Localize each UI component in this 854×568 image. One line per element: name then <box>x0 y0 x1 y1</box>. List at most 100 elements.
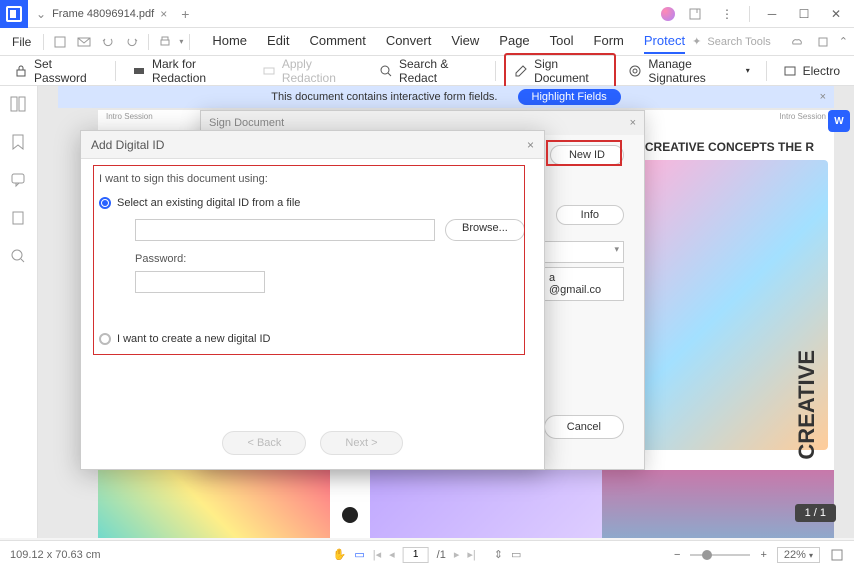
sign-dialog-close-icon[interactable]: × <box>630 117 636 129</box>
digid-title: Add Digital ID <box>91 138 164 152</box>
password-label: Password: <box>135 253 526 265</box>
banner-close-icon[interactable]: × <box>820 91 826 103</box>
cloud-upload-icon[interactable] <box>787 32 807 52</box>
radio-create-row[interactable]: I want to create a new digital ID <box>99 333 526 345</box>
redo-icon[interactable] <box>122 32 142 52</box>
print-icon[interactable] <box>155 32 175 52</box>
radio-existing[interactable] <box>99 197 111 209</box>
radio-existing-row[interactable]: Select an existing digital ID from a fil… <box>99 197 526 209</box>
bookmark-icon[interactable] <box>10 134 28 152</box>
radio-existing-label: Select an existing digital ID from a fil… <box>117 197 300 209</box>
tab-close-icon[interactable]: × <box>160 7 167 21</box>
app-logo <box>0 0 28 28</box>
search-redact-button[interactable]: Search & Redact <box>371 53 487 89</box>
mark-redaction-label: Mark for Redaction <box>152 57 242 85</box>
manage-signatures-label: Manage Signatures <box>648 57 739 85</box>
set-password-label: Set Password <box>34 57 99 85</box>
new-id-highlight <box>546 140 622 166</box>
document-tab[interactable]: ⌄ Frame 48096914.pdf × <box>28 0 175 27</box>
email-line2: @gmail.co <box>549 284 619 296</box>
form-fields-banner: This document contains interactive form … <box>58 86 834 108</box>
highlight-fields-button[interactable]: Highlight Fields <box>518 89 621 105</box>
wand-icon[interactable]: ✦ <box>692 35 701 48</box>
apply-redaction-icon <box>262 64 276 78</box>
tab-tool[interactable]: Tool <box>550 29 574 54</box>
tab-protect[interactable]: Protect <box>644 29 685 54</box>
file-menu[interactable]: File <box>6 35 37 49</box>
tab-view[interactable]: View <box>451 29 479 54</box>
page-total: /1 <box>437 549 446 561</box>
radio-create-label: I want to create a new digital ID <box>117 333 270 345</box>
minimize-button[interactable]: ─ <box>760 2 784 26</box>
back-button: < Back <box>222 431 306 455</box>
digid-close-icon[interactable]: × <box>527 138 534 152</box>
zoom-out-icon[interactable]: − <box>674 549 680 561</box>
search-redact-icon <box>379 64 393 78</box>
manage-signatures-button[interactable]: Manage Signatures ▾ <box>620 53 757 89</box>
sign-document-button[interactable]: Sign Document <box>504 53 616 89</box>
set-password-button[interactable]: Set Password <box>6 53 107 89</box>
menubar: File ▾ Home Edit Comment Convert View Pa… <box>0 28 854 56</box>
tab-edit[interactable]: Edit <box>267 29 289 54</box>
hand-tool-icon[interactable]: ✋ <box>333 548 347 561</box>
more-icon[interactable]: ⋮ <box>715 2 739 26</box>
comment-icon[interactable] <box>10 172 28 190</box>
export-icon[interactable] <box>813 32 833 52</box>
thumbnails-icon[interactable] <box>10 96 28 114</box>
fit-page-icon[interactable] <box>830 548 844 562</box>
file-path-input[interactable] <box>135 219 435 241</box>
page-input[interactable] <box>403 547 429 563</box>
collapse-ribbon-icon[interactable]: ⌃ <box>839 35 848 48</box>
mail-icon[interactable] <box>74 32 94 52</box>
statusbar: 109.12 x 70.63 cm ✋ ▭ |◂ ◂ /1 ▸ ▸| ⇕ ▭ −… <box>0 540 854 568</box>
tab-page[interactable]: Page <box>499 29 529 54</box>
next-button: Next > <box>320 431 402 455</box>
search-icon[interactable] <box>10 248 28 266</box>
tab-form[interactable]: Form <box>594 29 624 54</box>
scroll-mode-icon[interactable]: ⇕ <box>494 548 503 561</box>
undo-icon[interactable] <box>98 32 118 52</box>
cancel-button[interactable]: Cancel <box>544 415 624 439</box>
prev-page-icon[interactable]: ◂ <box>389 548 395 561</box>
print-dropdown-icon[interactable]: ▾ <box>179 37 183 46</box>
manage-sig-icon <box>628 64 642 78</box>
info-button[interactable]: Info <box>556 205 624 225</box>
close-window-button[interactable]: ✕ <box>824 2 848 26</box>
creative-text: CREATIVE <box>794 350 820 460</box>
browse-button[interactable]: Browse... <box>445 219 525 241</box>
save-icon[interactable] <box>50 32 70 52</box>
sign-dropdown[interactable]: ▾ <box>544 241 624 263</box>
starburst-icon <box>338 503 362 527</box>
page-layout-icon[interactable]: ▭ <box>511 548 521 561</box>
zoom-slider[interactable] <box>690 554 750 556</box>
zoom-in-icon[interactable]: + <box>760 549 766 561</box>
electronic-button[interactable]: Electro <box>775 60 848 82</box>
share-icon[interactable] <box>683 2 707 26</box>
digid-prompt: I want to sign this document using: <box>99 173 526 185</box>
word-export-icon[interactable]: W <box>828 110 850 132</box>
attachment-icon[interactable] <box>10 210 28 228</box>
add-digital-id-dialog: Add Digital ID × I want to sign this doc… <box>80 130 545 470</box>
ai-assistant-icon[interactable] <box>661 7 675 21</box>
coords-display: 109.12 x 70.63 cm <box>10 549 101 561</box>
first-page-icon[interactable]: |◂ <box>373 548 381 561</box>
page-indicator: 1 / 1 <box>795 504 836 522</box>
add-tab-button[interactable]: + <box>181 6 189 22</box>
sign-document-label: Sign Document <box>534 57 606 85</box>
password-input[interactable] <box>135 271 265 293</box>
select-tool-icon[interactable]: ▭ <box>354 548 364 561</box>
last-page-icon[interactable]: ▸| <box>467 548 475 561</box>
mark-redaction-button[interactable]: Mark for Redaction <box>124 53 250 89</box>
search-tools-label[interactable]: Search Tools <box>707 36 770 48</box>
tab-convert[interactable]: Convert <box>386 29 432 54</box>
apply-redaction-button: Apply Redaction <box>254 53 367 89</box>
maximize-button[interactable]: ☐ <box>792 2 816 26</box>
mark-redaction-icon <box>132 64 146 78</box>
next-page-icon[interactable]: ▸ <box>454 548 460 561</box>
left-sidebar <box>0 86 38 538</box>
zoom-value[interactable]: 22% ▾ <box>777 547 820 563</box>
tab-comment[interactable]: Comment <box>309 29 365 54</box>
email-display: a @gmail.co <box>544 267 624 301</box>
tab-home[interactable]: Home <box>212 29 247 54</box>
radio-create[interactable] <box>99 333 111 345</box>
